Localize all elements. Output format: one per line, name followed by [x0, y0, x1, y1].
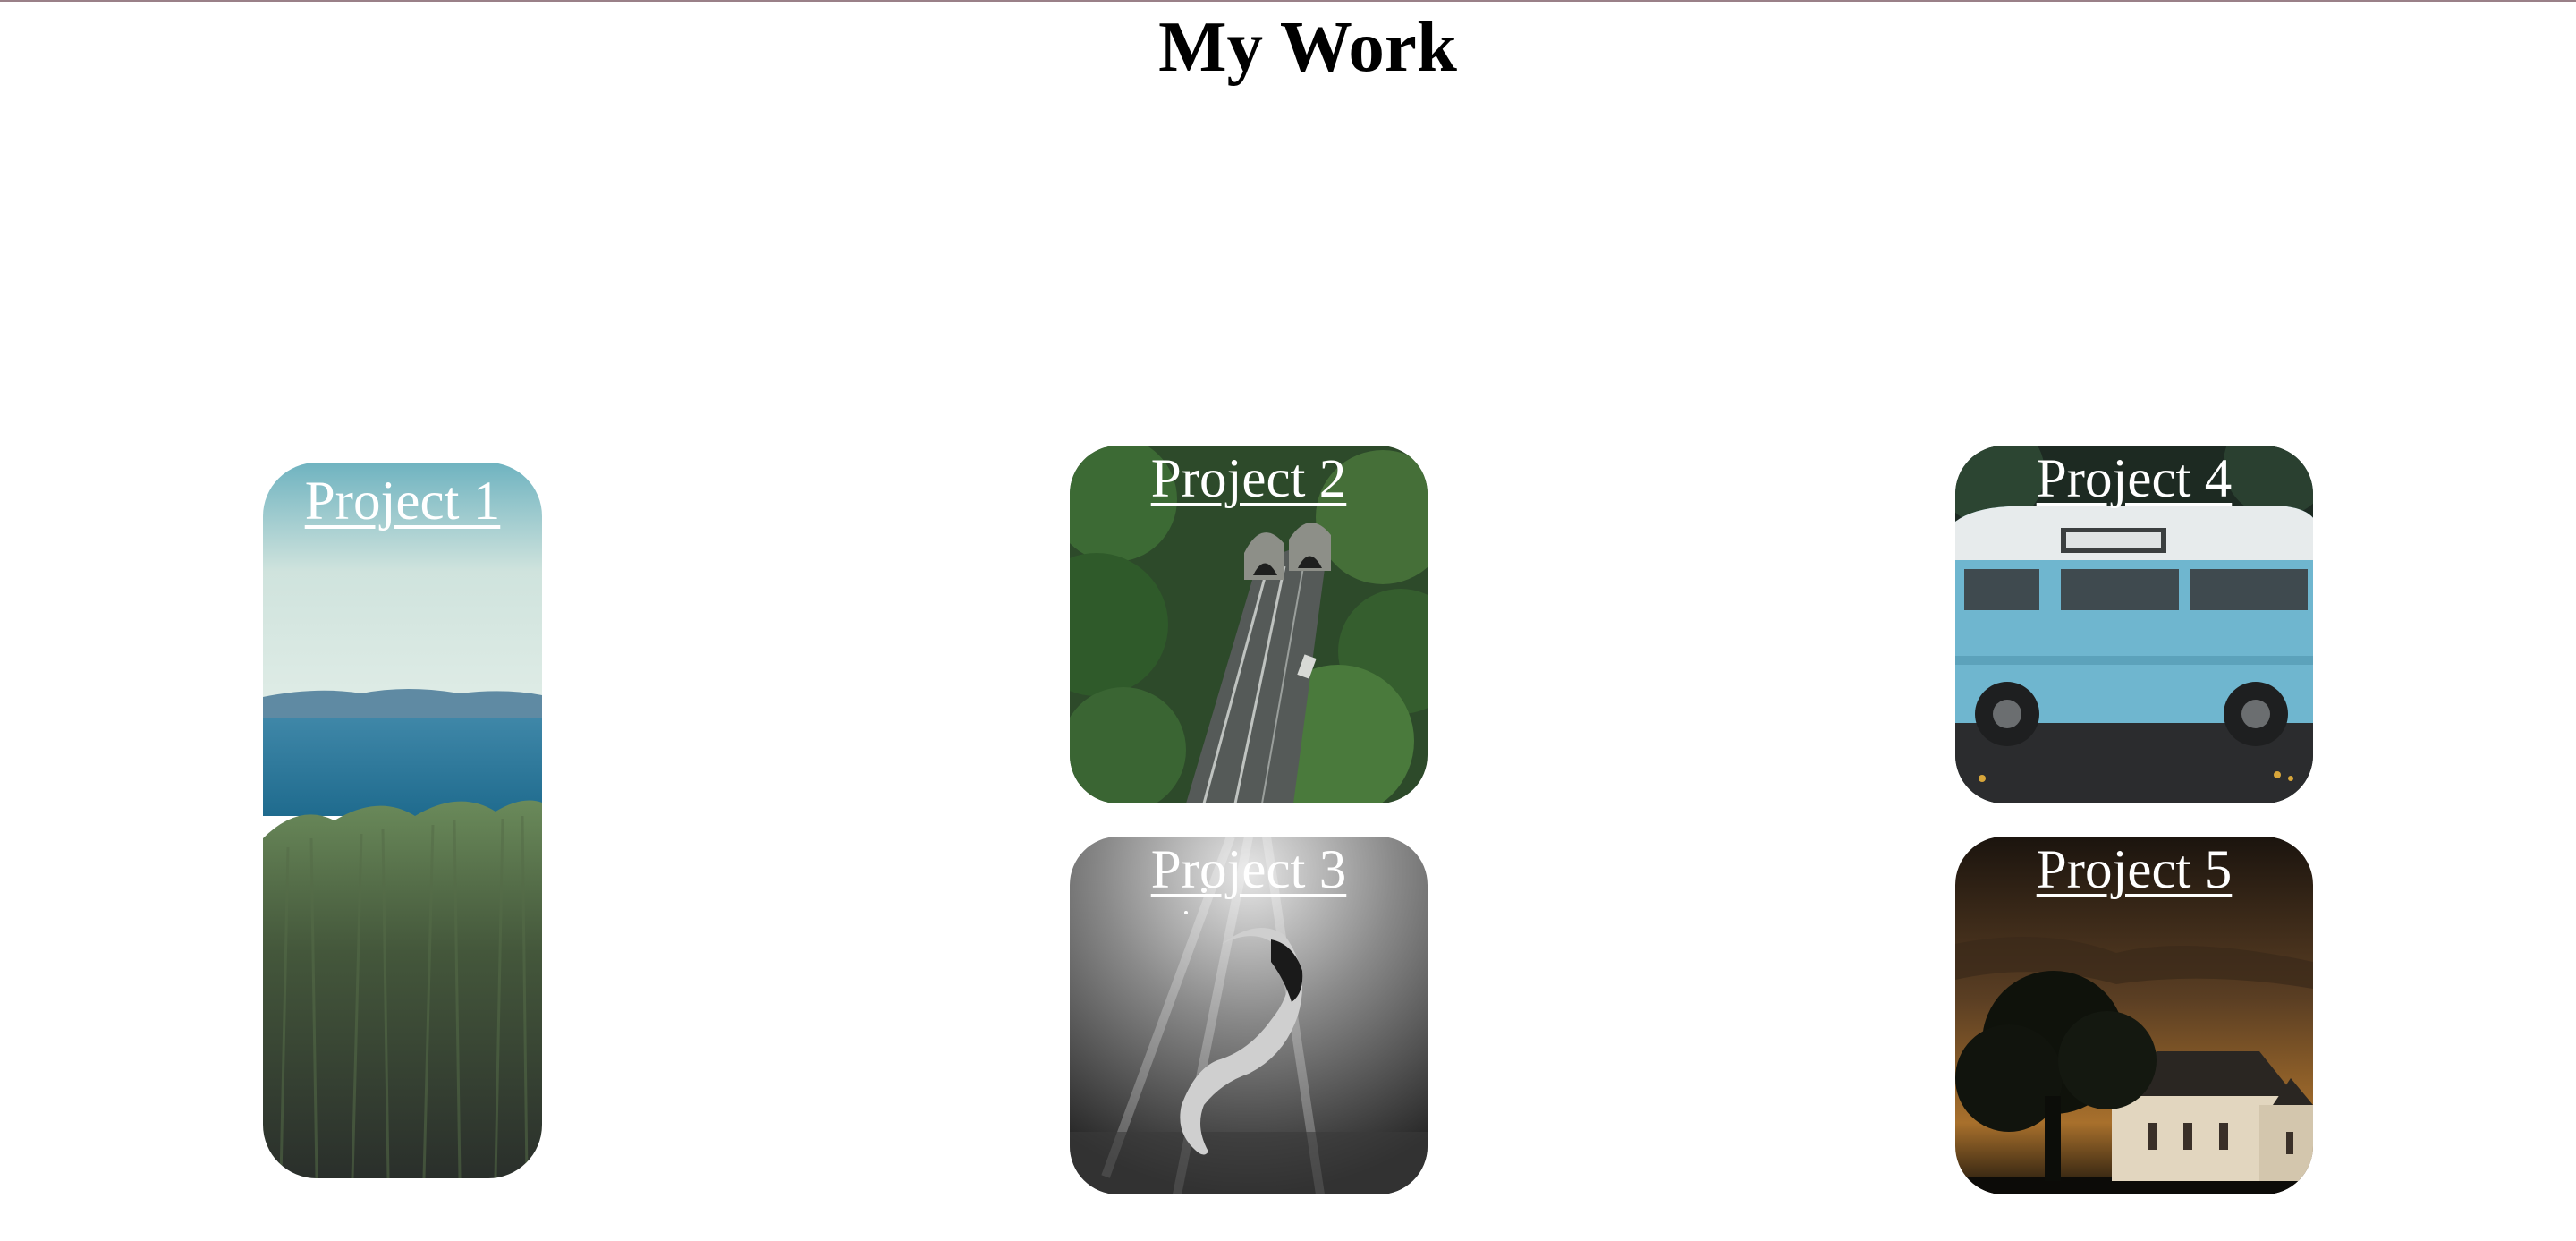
project-2-label[interactable]: Project 2: [1070, 448, 1428, 511]
page-title: My Work: [1158, 6, 1457, 87]
project-card-4[interactable]: Project 4: [1955, 446, 2313, 803]
project-3-label[interactable]: Project 3: [1070, 839, 1428, 902]
project-1-image: [263, 463, 542, 1178]
project-1-label[interactable]: Project 1: [263, 471, 542, 533]
project-card-5[interactable]: Project 5: [1955, 837, 2313, 1194]
project-card-2[interactable]: Project 2: [1070, 446, 1428, 803]
project-5-label[interactable]: Project 5: [1955, 839, 2313, 902]
project-4-label[interactable]: Project 4: [1955, 448, 2313, 511]
project-card-1[interactable]: Project 1: [263, 463, 542, 1178]
project-card-3[interactable]: Project 3: [1070, 837, 1428, 1194]
top-border: [0, 0, 2576, 2]
